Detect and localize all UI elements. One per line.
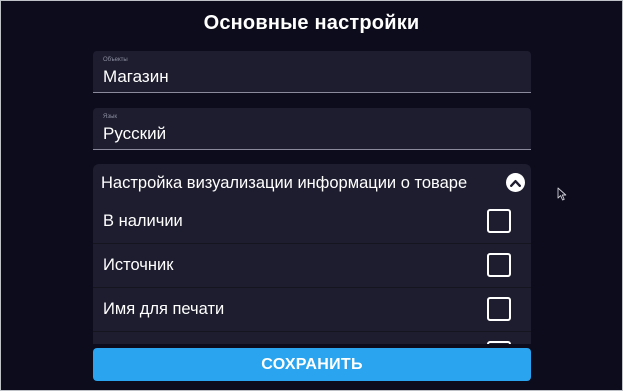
objects-field-value: Магазин (103, 67, 169, 86)
objects-field[interactable]: Объекты Магазин (93, 51, 531, 93)
mouse-cursor-icon (557, 187, 567, 201)
objects-field-caption: Объекты (103, 57, 128, 63)
row-label: Имя для печати (103, 300, 225, 318)
checkbox[interactable] (487, 297, 511, 321)
checkbox[interactable] (487, 253, 511, 277)
list-item (93, 332, 531, 344)
list-item: В наличии (93, 200, 531, 244)
chevron-up-icon (510, 179, 521, 187)
checkbox[interactable] (487, 341, 511, 344)
save-button[interactable]: СОХРАНИТЬ (93, 348, 531, 381)
product-info-visualization-panel: Настройка визуализации информации о това… (93, 164, 531, 344)
settings-window: Основные настройки Объекты Магазин Язык … (0, 0, 623, 391)
row-label: В наличии (103, 212, 183, 230)
language-field-caption: Язык (103, 114, 118, 120)
list-item: Имя для печати (93, 288, 531, 332)
panel-header[interactable]: Настройка визуализации информации о това… (93, 164, 531, 202)
language-field[interactable]: Язык Русский (93, 108, 531, 150)
row-label: Источник (103, 256, 174, 274)
list-item: Источник (93, 244, 531, 288)
collapse-button[interactable] (506, 173, 525, 192)
language-field-value: Русский (103, 124, 167, 143)
panel-title: Настройка визуализации информации о това… (101, 174, 468, 192)
checkbox[interactable] (487, 209, 511, 233)
page-title: Основные настройки (203, 12, 420, 34)
